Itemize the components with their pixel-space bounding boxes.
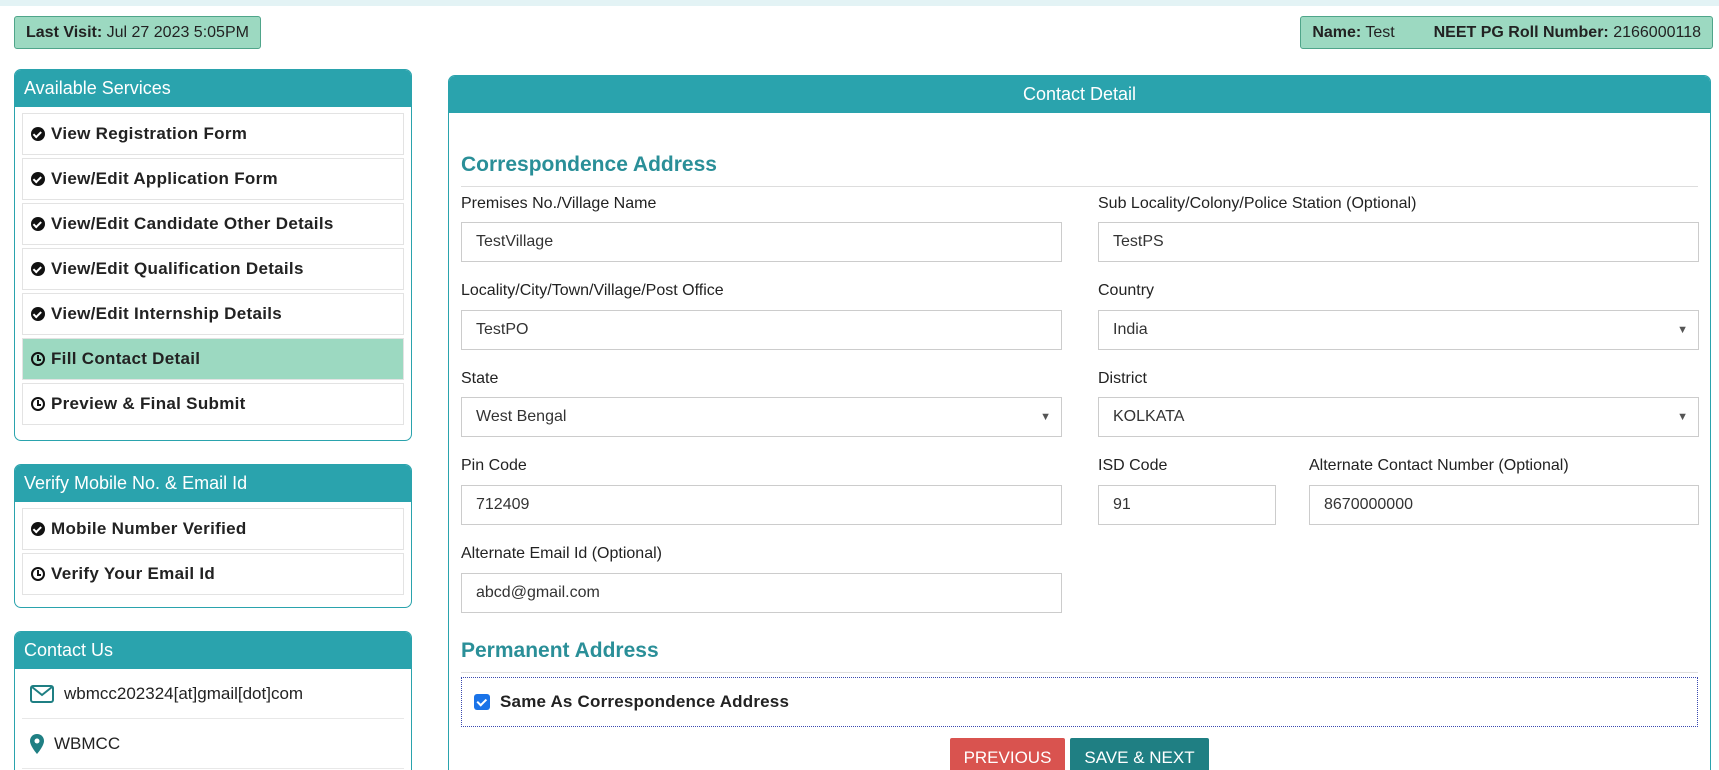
contact-panel: Contact Us wbmcc202324[at]gmail[dot]com … (14, 631, 412, 770)
alt-email-label: Alternate Email Id (Optional) (461, 545, 662, 562)
isd-value: 91 (1113, 496, 1131, 513)
roll-label: NEET PG Roll Number: (1433, 24, 1609, 41)
sublocality-label: Sub Locality/Colony/Police Station (Opti… (1098, 195, 1417, 212)
correspondence-title: Correspondence Address (461, 153, 717, 176)
contact-detail-panel: Contact Detail Correspondence Address Pr… (448, 75, 1711, 770)
state-select[interactable]: West Bengal ▼ (461, 397, 1062, 437)
sidebar-item-preview-submit[interactable]: Preview & Final Submit (22, 383, 404, 425)
alt-contact-value: 8670000000 (1324, 496, 1413, 513)
contact-org-row: WBMCC (22, 719, 404, 769)
check-circle-icon (31, 127, 45, 141)
sidebar-item-label: View/Edit Internship Details (51, 304, 283, 323)
sidebar-item-edit-qualification[interactable]: View/Edit Qualification Details (22, 248, 404, 290)
pincode-value: 712409 (476, 496, 530, 513)
same-as-checkbox-row[interactable]: Same As Correspondence Address (461, 677, 1698, 727)
sidebar-item-label: Preview & Final Submit (51, 394, 246, 413)
country-label: Country (1098, 282, 1155, 299)
roll-value: 2166000118 (1613, 24, 1701, 41)
page: Last Visit: Jul 27 2023 5:05PM Name: Tes… (0, 0, 1719, 770)
district-select[interactable]: KOLKATA ▼ (1098, 397, 1699, 437)
alt-email-input[interactable]: abcd@gmail.com (461, 573, 1062, 613)
name-label: Name: (1312, 24, 1362, 41)
sidebar-item-verify-email[interactable]: Verify Your Email Id (22, 553, 404, 595)
last-visit-badge: Last Visit: Jul 27 2023 5:05PM (14, 16, 261, 49)
premises-label: Premises No./Village Name (461, 195, 657, 212)
contact-detail-title: Contact Detail (449, 76, 1710, 113)
sidebar-item-label: View/Edit Qualification Details (51, 259, 304, 278)
previous-button[interactable]: PREVIOUS (950, 738, 1065, 770)
contact-email: wbmcc202324[at]gmail[dot]com (64, 683, 304, 703)
check-circle-icon (31, 307, 45, 321)
district-label: District (1098, 370, 1147, 387)
services-panel: Available Services View Registration For… (14, 69, 412, 441)
services-title: Available Services (15, 70, 411, 107)
sidebar-item-label: Verify Your Email Id (51, 564, 216, 583)
check-circle-icon (31, 217, 45, 231)
chevron-down-icon: ▼ (1677, 411, 1688, 423)
state-label: State (461, 370, 499, 387)
candidate-badge: Name: Test NEET PG Roll Number: 21660001… (1300, 16, 1713, 49)
sublocality-input[interactable]: TestPS (1098, 222, 1699, 262)
contact-email-row: wbmcc202324[at]gmail[dot]com (22, 669, 404, 719)
alt-email-value: abcd@gmail.com (476, 584, 600, 601)
premises-value: TestVillage (476, 233, 554, 250)
sidebar-item-label: View/Edit Application Form (51, 169, 278, 188)
verify-panel: Verify Mobile No. & Email Id Mobile Numb… (14, 464, 412, 608)
name-value: Test (1365, 24, 1395, 41)
pincode-input[interactable]: 712409 (461, 485, 1062, 525)
same-as-label: Same As Correspondence Address (500, 692, 790, 711)
alt-contact-label: Alternate Contact Number (Optional) (1309, 457, 1569, 474)
clock-icon (31, 352, 45, 366)
check-circle-icon (31, 522, 45, 536)
chevron-down-icon: ▼ (1040, 411, 1051, 423)
sidebar-item-label: Fill Contact Detail (51, 349, 201, 368)
isd-label: ISD Code (1098, 457, 1168, 474)
chevron-down-icon: ▼ (1677, 324, 1688, 336)
country-select[interactable]: India ▼ (1098, 310, 1699, 350)
sidebar-item-edit-internship[interactable]: View/Edit Internship Details (22, 293, 404, 335)
save-next-button[interactable]: SAVE & NEXT (1070, 738, 1209, 770)
check-circle-icon (31, 172, 45, 186)
sidebar-item-label: View Registration Form (51, 124, 248, 143)
pincode-label: Pin Code (461, 457, 527, 474)
contact-title: Contact Us (15, 632, 411, 669)
permanent-title: Permanent Address (461, 639, 659, 662)
sidebar-item-fill-contact[interactable]: Fill Contact Detail (22, 338, 404, 380)
verify-title: Verify Mobile No. & Email Id (15, 465, 411, 502)
sidebar-item-label: Mobile Number Verified (51, 519, 247, 538)
envelope-icon (30, 684, 54, 703)
sidebar-item-mobile-verified[interactable]: Mobile Number Verified (22, 508, 404, 550)
sidebar-item-edit-other-details[interactable]: View/Edit Candidate Other Details (22, 203, 404, 245)
isd-input[interactable]: 91 (1098, 485, 1276, 525)
contact-org: WBMCC (54, 733, 121, 753)
sidebar-item-edit-application[interactable]: View/Edit Application Form (22, 158, 404, 200)
map-marker-icon (30, 733, 44, 754)
sidebar-item-label: View/Edit Candidate Other Details (51, 214, 334, 233)
divider (461, 672, 1698, 673)
clock-icon (31, 567, 45, 581)
sublocality-value: TestPS (1113, 233, 1164, 250)
divider (461, 186, 1698, 187)
sidebar-item-view-registration[interactable]: View Registration Form (22, 113, 404, 155)
last-visit-value: Jul 27 2023 5:05PM (106, 24, 249, 41)
premises-input[interactable]: TestVillage (461, 222, 1062, 262)
country-value: India (1113, 321, 1148, 338)
locality-label: Locality/City/Town/Village/Post Office (461, 282, 724, 299)
check-circle-icon (31, 262, 45, 276)
last-visit-label: Last Visit: (26, 24, 103, 41)
locality-input[interactable]: TestPO (461, 310, 1062, 350)
alt-contact-input[interactable]: 8670000000 (1309, 485, 1699, 525)
district-value: KOLKATA (1113, 408, 1185, 425)
state-value: West Bengal (476, 408, 567, 425)
locality-value: TestPO (476, 321, 529, 338)
same-as-checkbox[interactable] (474, 694, 490, 710)
clock-icon (31, 397, 45, 411)
